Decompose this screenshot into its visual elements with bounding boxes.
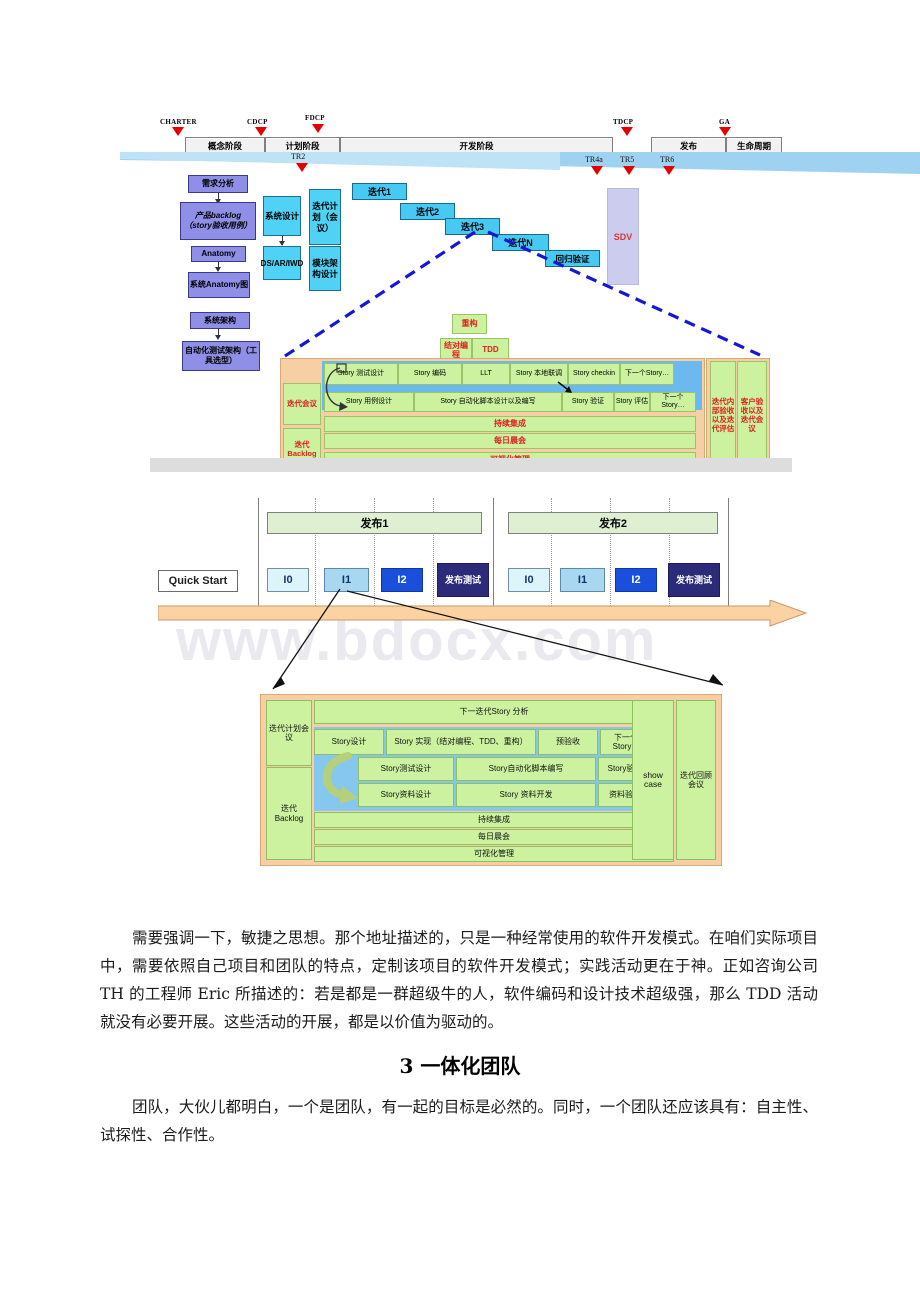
fullrow-visual-management: 可视化管理 <box>314 846 674 862</box>
section-heading: 3 一体化团队 <box>399 1054 521 1078</box>
cell-label: show case <box>643 769 663 789</box>
fullrow-daily-standup: 每日晨会 <box>314 829 674 845</box>
cell-label: 每日晨会 <box>478 832 510 842</box>
cell-label: 迭代Backlog <box>274 804 304 823</box>
label-iteration-plan-meeting: 迭代计划会议 <box>266 700 312 766</box>
cell-label: 持续集成 <box>478 815 510 825</box>
cell-label: Story 实现（结对编程、TDD、重构） <box>394 737 528 747</box>
story-cell: Story自动化脚本编写 <box>456 757 596 781</box>
cell-label: Story资料设计 <box>380 790 432 800</box>
paragraph-1: 需要强调一下，敏捷之思想。那个地址描述的，只是一种经常使用的软件开发模式。在咱们… <box>100 929 818 1031</box>
label-iteration-backlog: 迭代Backlog <box>266 767 312 860</box>
row-next-iteration-story-analysis: 下一迭代Story 分析 <box>314 700 674 724</box>
cell-label: Story设计 <box>331 737 367 747</box>
cell-label: Story 资料开发 <box>499 790 553 800</box>
story-cell: Story测试设计 <box>358 757 454 781</box>
figure-iteration-detail: 迭代计划会议 迭代Backlog 下一迭代Story 分析 Story设计 St… <box>0 0 920 900</box>
story-cell: Story资料设计 <box>358 783 454 807</box>
cell-label: 迭代计划会议 <box>269 723 309 743</box>
cell-label: Story自动化脚本编写 <box>488 764 564 774</box>
label-show-case: show case <box>632 700 674 860</box>
cell-label: 下一迭代Story 分析 <box>459 707 529 717</box>
loop-arrow-icon <box>322 752 358 804</box>
cell-label: 可视化管理 <box>474 849 514 859</box>
story-cell: Story 资料开发 <box>456 783 596 807</box>
label-iteration-retrospective: 迭代回顾会议 <box>676 700 716 860</box>
cell-label: 预验收 <box>556 737 580 747</box>
paragraph-2: 团队，大伙儿都明白，一个是团队，有一起的目标是必然的。同时，一个团队还应该具有：… <box>100 1098 818 1144</box>
fullrow-continuous-integration: 持续集成 <box>314 812 674 828</box>
cell-label: Story测试设计 <box>380 764 432 774</box>
story-cell: 预验收 <box>538 729 598 755</box>
story-cell: Story 实现（结对编程、TDD、重构） <box>386 729 536 755</box>
document-page: www.bdocx.com CHARTER CDCP FDCP TDCP GA … <box>0 0 920 1302</box>
cell-label: 迭代回顾会议 <box>680 770 712 790</box>
